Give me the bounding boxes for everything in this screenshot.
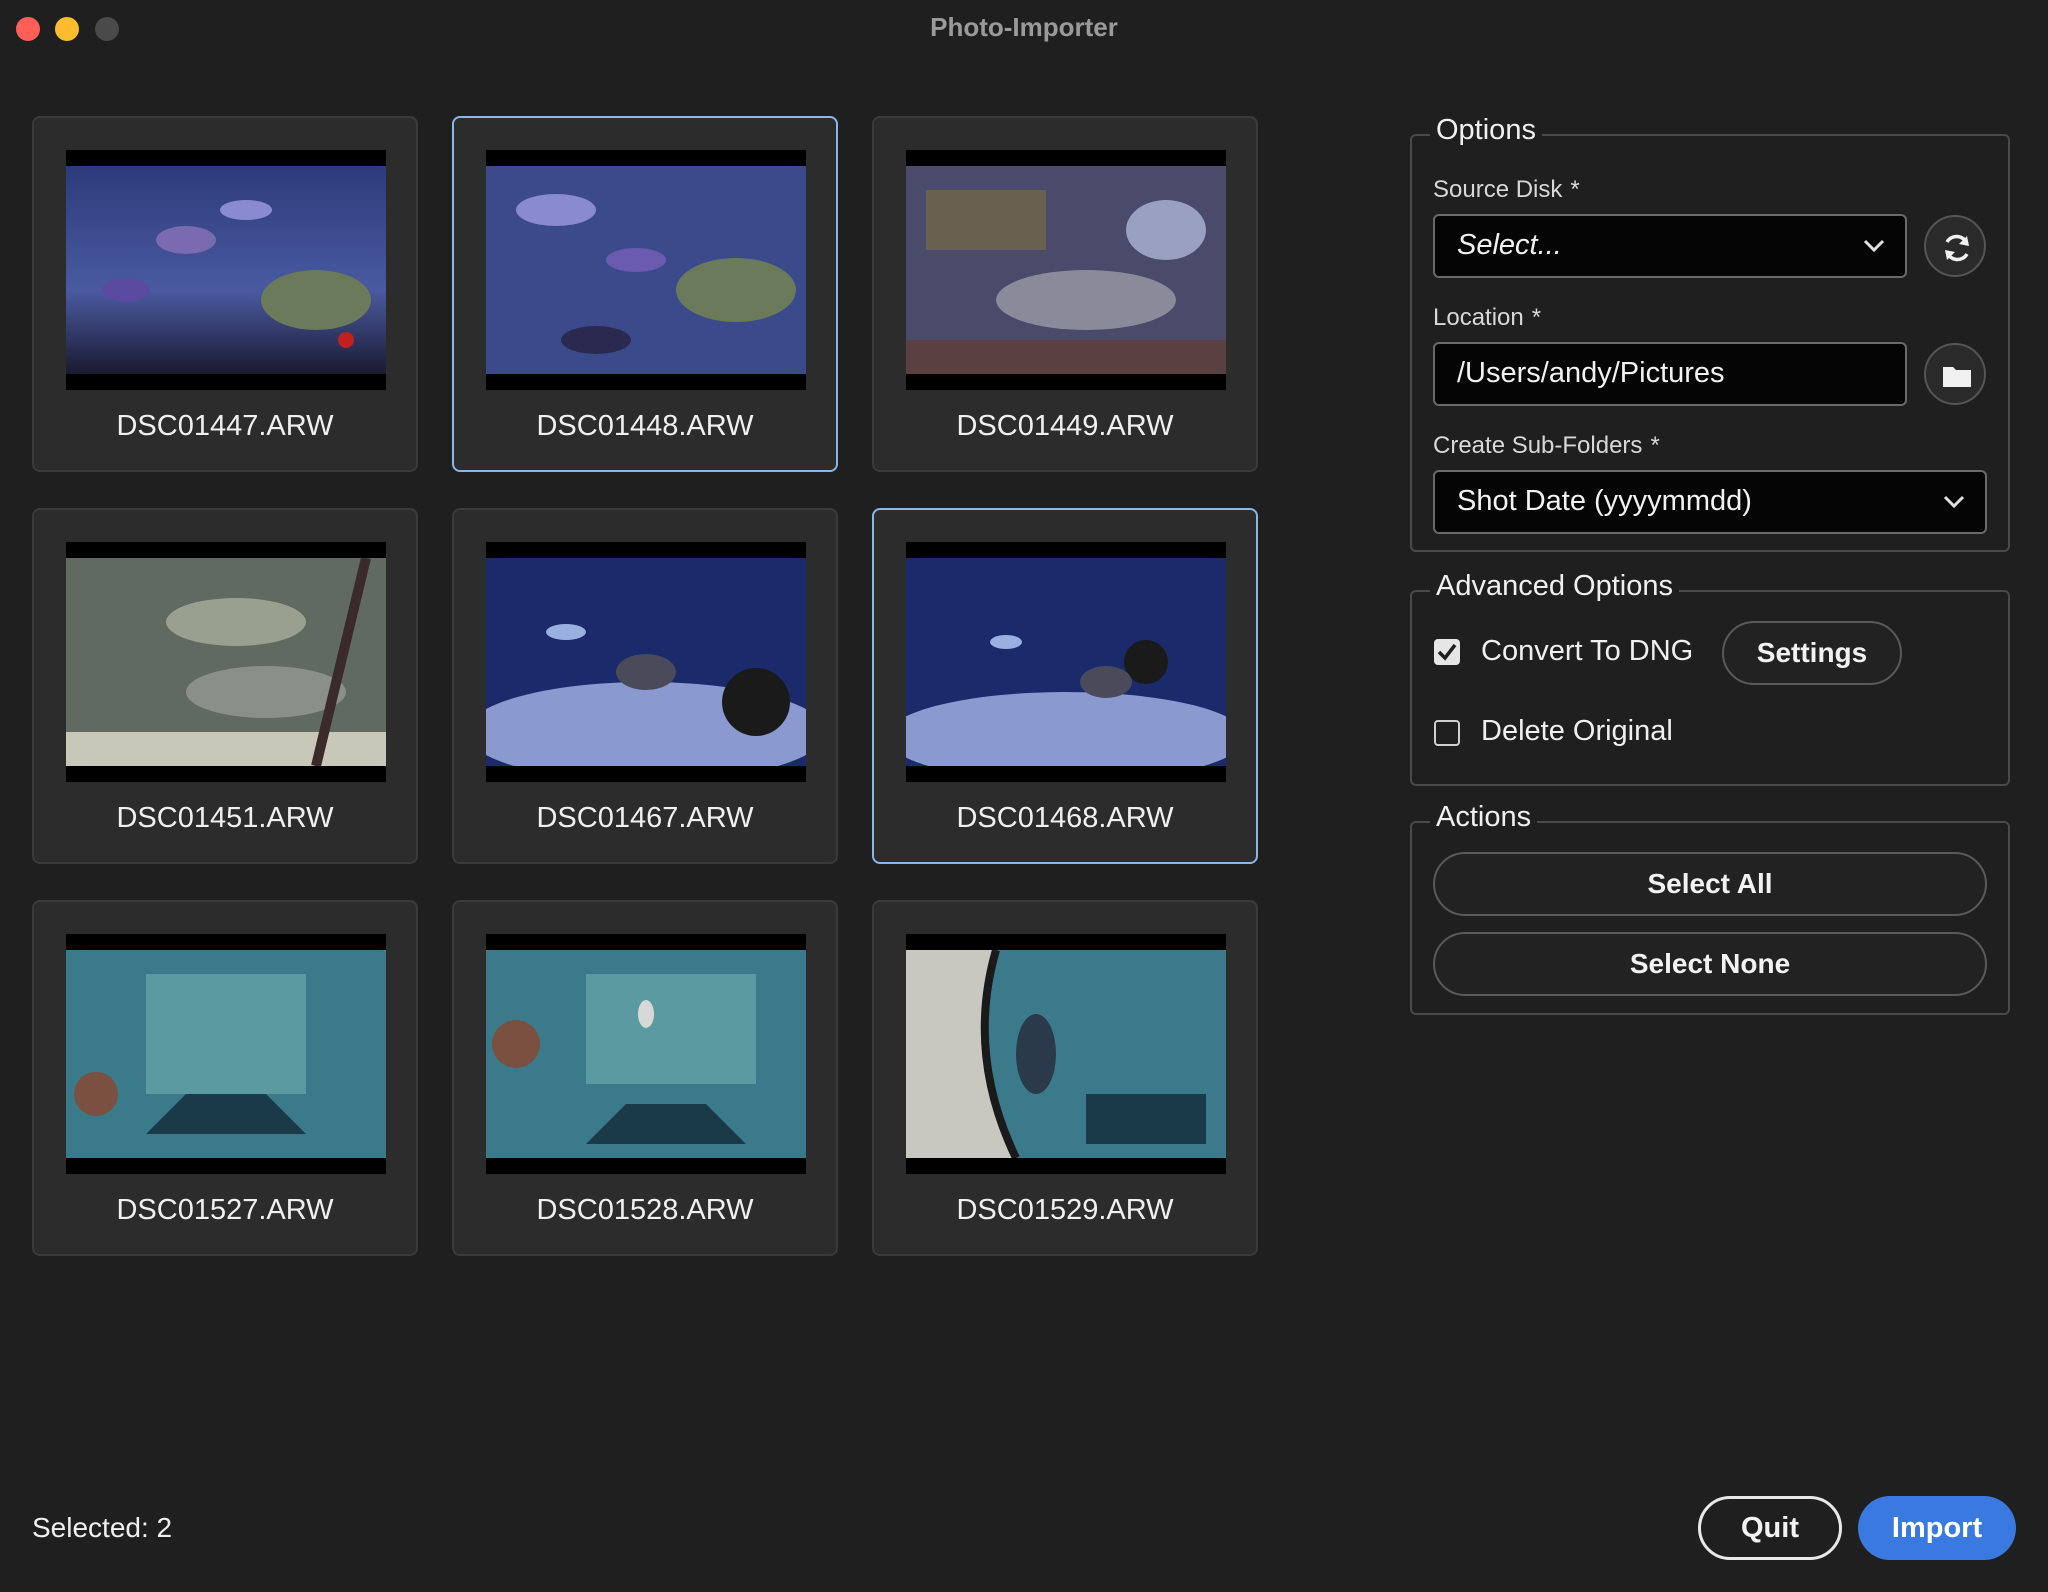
actions-legend: Actions: [1430, 801, 1538, 834]
folder-icon: [1943, 367, 1971, 387]
photo-thumbnail: [66, 150, 386, 390]
photo-thumbnail: [486, 542, 806, 782]
photo-tile[interactable]: DSC01527.ARW: [32, 900, 418, 1256]
photo-filename: DSC01528.ARW: [536, 1194, 754, 1226]
refresh-button[interactable]: [1924, 215, 1986, 277]
window-title: Photo-Importer: [930, 12, 1118, 42]
location-label: Location *: [1433, 304, 1542, 331]
photo-thumbnail: [906, 542, 1226, 782]
delete-original-checkbox[interactable]: [1434, 720, 1460, 746]
selection-status: Selected: 2: [32, 1512, 173, 1543]
delete-original-label: Delete Original: [1481, 715, 1673, 747]
photo-thumbnail: [906, 150, 1226, 390]
photo-thumbnail: [486, 934, 806, 1174]
photo-filename: DSC01467.ARW: [536, 802, 754, 834]
photo-thumbnail: [66, 934, 386, 1174]
settings-button[interactable]: Settings: [1722, 621, 1902, 685]
photo-tile[interactable]: DSC01467.ARW: [452, 508, 838, 864]
subfolders-select[interactable]: Shot Date (yyyymmdd): [1433, 470, 1987, 534]
source-disk-label: Source Disk *: [1433, 176, 1580, 203]
photo-thumbnail: [906, 934, 1226, 1174]
location-field[interactable]: /Users/andy/Pictures: [1433, 342, 1907, 406]
chevron-down-icon: [1943, 495, 1965, 509]
convert-dng-checkbox[interactable]: [1434, 639, 1460, 665]
photo-filename: DSC01447.ARW: [116, 410, 334, 442]
quit-button[interactable]: Quit: [1698, 1496, 1842, 1560]
app-window: Photo-Importer DSC01447.ARW DSC01448.ARW…: [0, 0, 2048, 1592]
photo-tile[interactable]: DSC01529.ARW: [872, 900, 1258, 1256]
browse-folder-button[interactable]: [1924, 343, 1986, 405]
photo-filename: DSC01527.ARW: [116, 1194, 334, 1226]
chevron-down-icon: [1863, 239, 1885, 253]
source-disk-select[interactable]: Select...: [1433, 214, 1907, 278]
select-none-button[interactable]: Select None: [1433, 932, 1987, 996]
select-all-button[interactable]: Select All: [1433, 852, 1987, 916]
photo-filename: DSC01449.ARW: [956, 410, 1174, 442]
photo-filename: DSC01451.ARW: [116, 802, 334, 834]
photo-filename: DSC01468.ARW: [956, 802, 1174, 834]
photo-tile[interactable]: DSC01451.ARW: [32, 508, 418, 864]
photo-thumbnail: [66, 542, 386, 782]
photo-filename: DSC01529.ARW: [956, 1194, 1174, 1226]
advanced-options-legend: Advanced Options: [1430, 570, 1679, 603]
photo-thumbnail: [486, 150, 806, 390]
photo-tile[interactable]: DSC01449.ARW: [872, 116, 1258, 472]
photo-tile-selected[interactable]: DSC01468.ARW: [872, 508, 1258, 864]
refresh-icon: [1945, 234, 1969, 262]
convert-dng-label: Convert To DNG: [1481, 635, 1694, 667]
checkmark-icon: [1437, 643, 1457, 661]
title-bar: Photo-Importer: [0, 0, 2048, 56]
subfolders-label: Create Sub-Folders *: [1433, 432, 1660, 459]
photo-tile-selected[interactable]: DSC01448.ARW: [452, 116, 838, 472]
import-button[interactable]: Import: [1858, 1496, 2016, 1560]
advanced-options-group: Advanced Options: [1410, 570, 2010, 786]
photo-tile[interactable]: DSC01528.ARW: [452, 900, 838, 1256]
photo-filename: DSC01448.ARW: [536, 410, 754, 442]
options-legend: Options: [1430, 114, 1542, 147]
photo-tile[interactable]: DSC01447.ARW: [32, 116, 418, 472]
